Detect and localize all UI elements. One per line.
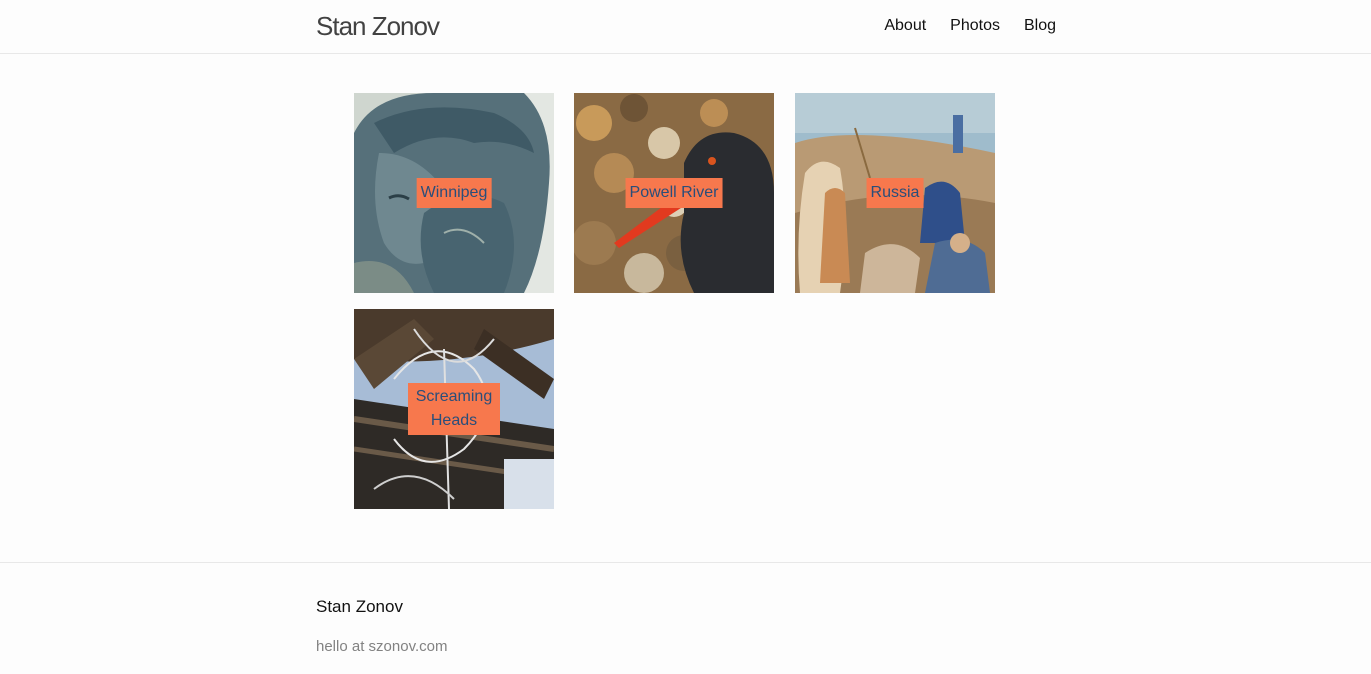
site-title-link[interactable]: Stan Zonov — [316, 11, 440, 41]
nav-blog-link[interactable]: Blog — [1024, 16, 1056, 36]
nav-photos-link[interactable]: Photos — [950, 16, 1000, 36]
gallery-tile-powell-river[interactable]: Powell River — [574, 93, 774, 293]
tile-label: Russia — [866, 178, 924, 208]
gallery-tile-russia[interactable]: Russia — [795, 93, 995, 293]
gallery-tile-screaming-heads[interactable]: Screaming Heads — [354, 309, 554, 509]
tile-label: Winnipeg — [416, 178, 492, 208]
main-nav: About Photos Blog — [884, 16, 1056, 36]
site-footer: Stan Zonov hello at szonov.com — [0, 562, 1371, 674]
tile-label: Screaming Heads — [408, 383, 500, 435]
tile-label: Powell River — [625, 178, 723, 208]
footer-email: hello at szonov.com — [316, 638, 448, 655]
footer-title: Stan Zonov — [316, 597, 403, 616]
site-header: Stan Zonov About Photos Blog — [0, 0, 1371, 54]
gallery-tile-winnipeg[interactable]: Winnipeg — [354, 93, 554, 293]
nav-about-link[interactable]: About — [884, 16, 926, 36]
